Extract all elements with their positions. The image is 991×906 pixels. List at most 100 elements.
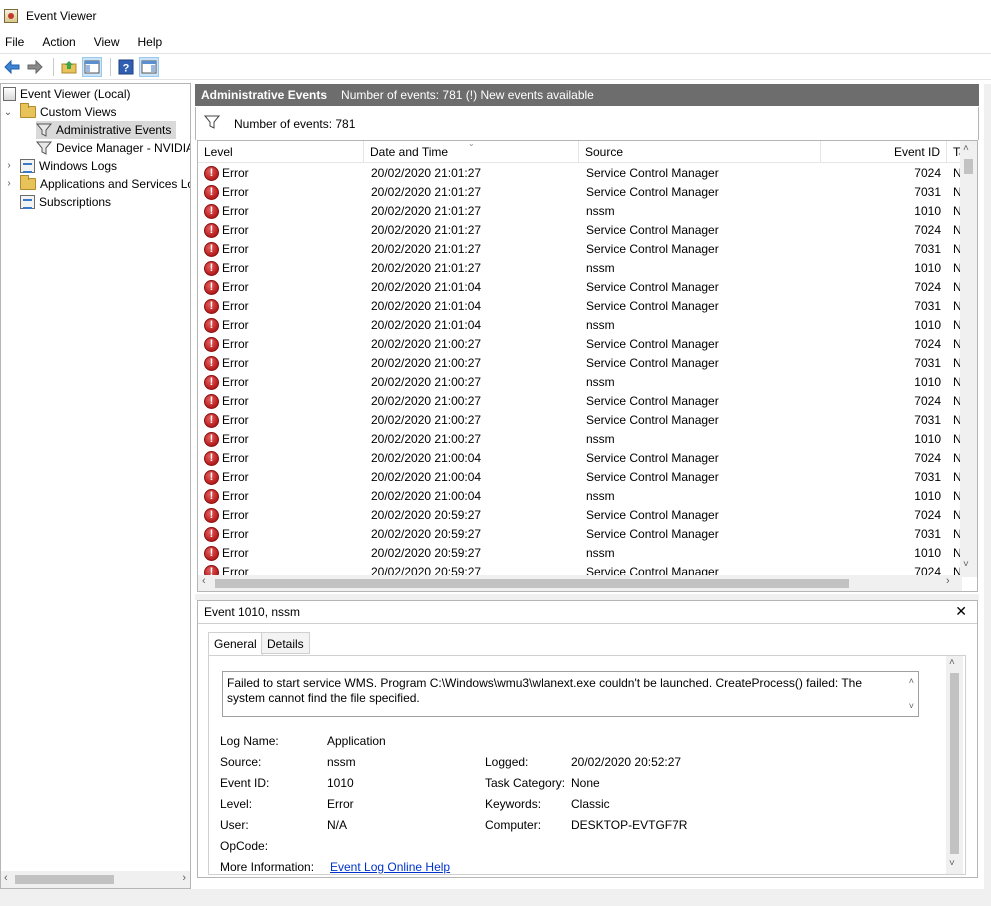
show-hide-action-pane-icon[interactable]: [139, 56, 159, 77]
grid-horizontal-scrollbar[interactable]: ‹ ›: [198, 575, 962, 591]
table-row[interactable]: ! Error 20/02/2020 21:01:04 nssm 1010 N: [198, 316, 962, 335]
error-icon: !: [204, 242, 219, 257]
table-row[interactable]: ! Error 20/02/2020 21:00:04 Service Control…: [198, 468, 962, 487]
error-icon: !: [204, 204, 219, 219]
tree-item-windows-logs[interactable]: Windows Logs: [20, 157, 117, 175]
tree-label: Subscriptions: [39, 195, 112, 209]
table-row[interactable]: ! Error 20/02/2020 21:01:04 Service Control…: [198, 278, 962, 297]
show-hide-console-tree-icon[interactable]: [82, 56, 102, 77]
scrollbar-thumb[interactable]: [964, 159, 973, 174]
table-row[interactable]: ! Error 20/02/2020 21:01:27 nssm 1010 N: [198, 259, 962, 278]
table-row[interactable]: ! Error 20/02/2020 21:01:27 Service Control…: [198, 183, 962, 202]
scroll-left-icon[interactable]: ‹: [202, 575, 206, 587]
cell-source: Service Control Manager: [586, 413, 719, 427]
chevron-down-icon[interactable]: ⌄: [3, 107, 13, 118]
error-icon: !: [204, 432, 219, 447]
tab-details[interactable]: Details: [261, 632, 310, 654]
table-row[interactable]: ! Error 20/02/2020 21:00:27 nssm 1010 N: [198, 430, 962, 449]
chevron-right-icon[interactable]: ›: [4, 178, 14, 189]
user-value: N/A: [327, 818, 348, 832]
scrollbar-thumb[interactable]: [15, 875, 114, 884]
back-arrow-icon[interactable]: [2, 57, 22, 77]
folder-icon: [20, 103, 36, 118]
tree-item-device-manager[interactable]: Device Manager - NVIDIA: [35, 139, 190, 157]
cell-event-id: 7024: [914, 223, 941, 237]
column-header-event-id[interactable]: Event ID: [821, 141, 947, 163]
table-row[interactable]: ! Error 20/02/2020 21:00:27 nssm 1010 N: [198, 373, 962, 392]
scroll-down-icon[interactable]: ˅: [963, 559, 969, 570]
help-icon[interactable]: ?: [116, 57, 136, 77]
table-row[interactable]: ! Error 20/02/2020 21:01:04 Service Control…: [198, 297, 962, 316]
event-message: Failed to start service WMS. Program C:\…: [227, 676, 862, 705]
menu-action[interactable]: Action: [37, 32, 80, 52]
tree-item-applications-and-services[interactable]: Applications and Services Lo: [20, 175, 190, 193]
keywords-label: Keywords:: [485, 797, 542, 811]
level-value: Error: [327, 797, 354, 811]
column-header-level[interactable]: Level: [198, 141, 364, 163]
tree-item-event-viewer-local[interactable]: Event Viewer (Local): [3, 85, 131, 103]
tree-item-custom-views[interactable]: Custom Views: [20, 103, 116, 121]
column-header-source[interactable]: Source: [579, 141, 821, 163]
forward-arrow-icon[interactable]: [25, 57, 45, 77]
scroll-up-icon[interactable]: ˄: [963, 143, 969, 154]
menu-help[interactable]: Help: [133, 32, 168, 52]
cell-level: Error: [222, 261, 249, 275]
tree-item-administrative-events[interactable]: Administrative Events: [35, 121, 176, 139]
scrollbar-thumb[interactable]: [215, 579, 849, 588]
table-row[interactable]: ! Error 20/02/2020 21:00:04 Service Control…: [198, 449, 962, 468]
error-icon: !: [204, 337, 219, 352]
cell-level: Error: [222, 280, 249, 294]
cell-level: Error: [222, 204, 249, 218]
cell-event-id: 7024: [914, 394, 941, 408]
tree-item-subscriptions[interactable]: Subscriptions: [20, 193, 111, 211]
scroll-left-icon[interactable]: ‹: [4, 872, 8, 884]
cell-source: Service Control Manager: [586, 451, 719, 465]
title-bar: Event Viewer: [0, 0, 991, 32]
folder-up-icon[interactable]: [59, 57, 79, 77]
table-row[interactable]: ! Error 20/02/2020 21:01:27 Service Control…: [198, 221, 962, 240]
table-row[interactable]: ! Error 20/02/2020 21:01:27 nssm 1010 N: [198, 202, 962, 221]
event-count: Number of events: 781: [234, 116, 356, 131]
grid-vertical-scrollbar[interactable]: ˄ ˅: [960, 141, 977, 577]
scroll-down-icon[interactable]: ˅: [909, 699, 914, 714]
table-row[interactable]: ! Error 20/02/2020 21:00:27 Service Control…: [198, 392, 962, 411]
chevron-right-icon[interactable]: ›: [4, 160, 14, 171]
cell-date-time: 20/02/2020 21:01:04: [371, 318, 482, 332]
cell-event-id: 1010: [914, 546, 941, 560]
scroll-right-icon[interactable]: ›: [946, 575, 950, 587]
table-row[interactable]: ! Error 20/02/2020 21:01:27 Service Control…: [198, 164, 962, 183]
cell-source: nssm: [586, 489, 615, 503]
scrollbar-thumb[interactable]: [950, 673, 959, 854]
menu-bar: File Action View Help: [0, 32, 991, 52]
table-row[interactable]: ! Error 20/02/2020 21:00:27 Service Control…: [198, 354, 962, 373]
cell-event-id: 1010: [914, 489, 941, 503]
scroll-right-icon[interactable]: ›: [182, 872, 186, 884]
subscriptions-icon: [20, 195, 35, 209]
cell-event-id: 7024: [914, 166, 941, 180]
table-row[interactable]: ! Error 20/02/2020 21:00:27 Service Control…: [198, 335, 962, 354]
event-message-box[interactable]: Failed to start service WMS. Program C:\…: [222, 671, 919, 717]
menu-file[interactable]: File: [0, 32, 29, 52]
scroll-up-icon[interactable]: ˄: [949, 657, 955, 668]
table-row[interactable]: ! Error 20/02/2020 20:59:27 Service Control…: [198, 506, 962, 525]
source-label: Source:: [220, 755, 262, 769]
table-row[interactable]: ! Error 20/02/2020 21:00:27 Service Control…: [198, 411, 962, 430]
tree-label: Administrative Events: [56, 123, 172, 137]
folder-icon: [20, 175, 36, 190]
error-icon: !: [204, 280, 219, 295]
detail-vertical-scrollbar[interactable]: ˄ ˅: [946, 656, 963, 874]
cell-event-id: 7031: [914, 413, 941, 427]
tree-horizontal-scrollbar[interactable]: ‹ ›: [1, 871, 190, 888]
scroll-up-icon[interactable]: ˄: [909, 674, 914, 689]
table-row[interactable]: ! Error 20/02/2020 21:00:04 nssm 1010 N: [198, 487, 962, 506]
tree-label: Custom Views: [40, 105, 117, 119]
cell-level: Error: [222, 375, 249, 389]
table-row[interactable]: ! Error 20/02/2020 20:59:27 nssm 1010 N: [198, 544, 962, 563]
scroll-down-icon[interactable]: ˅: [949, 858, 955, 869]
menu-view[interactable]: View: [89, 32, 125, 52]
close-icon[interactable]: ✕: [955, 603, 967, 620]
event-log-online-help-link[interactable]: Event Log Online Help: [330, 860, 450, 874]
table-row[interactable]: ! Error 20/02/2020 21:01:27 Service Control…: [198, 240, 962, 259]
table-row[interactable]: ! Error 20/02/2020 20:59:27 Service Control…: [198, 525, 962, 544]
tab-general[interactable]: General: [208, 632, 263, 656]
